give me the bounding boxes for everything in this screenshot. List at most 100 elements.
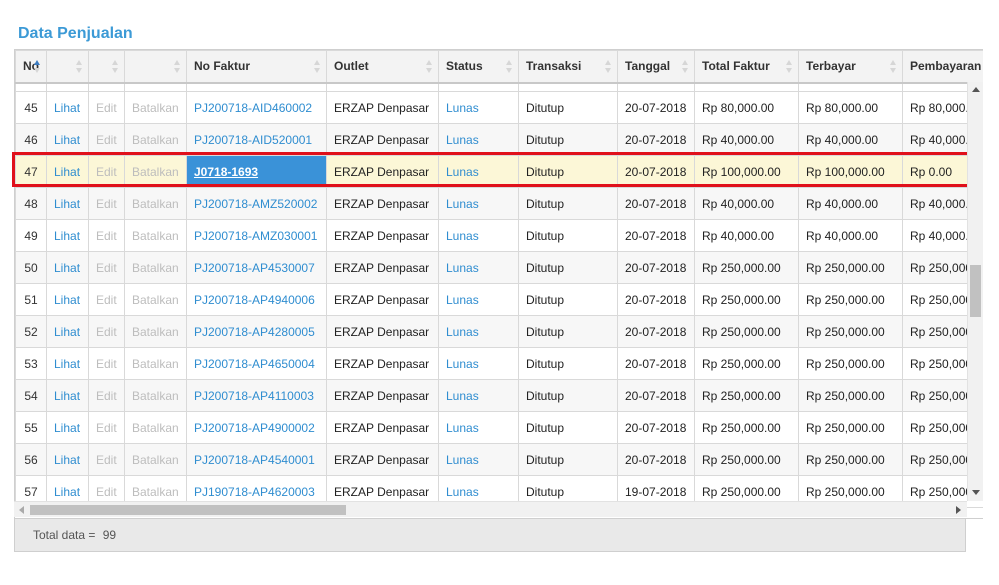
cancel-link[interactable]: Batalkan [132, 133, 179, 147]
view-link[interactable]: Lihat [54, 101, 80, 115]
invoice-number-link-cell[interactable]: PJ200718-AID460002 [186, 91, 327, 124]
status-link[interactable]: Lunas [446, 389, 479, 403]
col-header-no[interactable]: No [15, 50, 47, 84]
table-row-selected[interactable]: 47 Lihat Edit Batalkan J0718-1693 ERZAP Denpa… [15, 155, 983, 188]
cancel-link[interactable]: Batalkan [132, 197, 179, 211]
invoice-number-link[interactable]: PJ200718-AP4110003 [194, 389, 314, 403]
status-link-cell[interactable]: Lunas [438, 443, 519, 476]
status-link[interactable]: Lunas [446, 421, 479, 435]
invoice-number-link[interactable]: PJ200718-AP4540001 [194, 453, 315, 467]
status-link-cell[interactable]: Lunas [438, 347, 519, 380]
view-link[interactable]: Lihat [54, 261, 80, 275]
invoice-number-link-cell[interactable]: PJ200718-AP4900002 [186, 411, 327, 444]
status-link[interactable]: Lunas [446, 133, 479, 147]
cancel-link-cell[interactable]: Batalkan [124, 379, 187, 412]
status-link-cell[interactable]: Lunas [438, 123, 519, 156]
edit-link-cell[interactable]: Edit [88, 251, 125, 284]
edit-link-cell[interactable]: Edit [88, 443, 125, 476]
edit-link[interactable]: Edit [96, 389, 117, 403]
view-link-cell[interactable]: Lihat [46, 91, 89, 124]
cancel-link[interactable]: Batalkan [132, 421, 179, 435]
view-link-cell[interactable]: Lihat [46, 123, 89, 156]
invoice-number-link[interactable]: PJ200718-AP4900002 [194, 421, 315, 435]
table-row[interactable]: 55 Lihat Edit Batalkan PJ200718-AP4900002 ERZ… [15, 411, 983, 444]
edit-link[interactable]: Edit [96, 197, 117, 211]
cancel-link-cell[interactable]: Batalkan [124, 219, 187, 252]
view-link[interactable]: Lihat [54, 133, 80, 147]
status-link[interactable]: Lunas [446, 293, 479, 307]
status-link[interactable]: Lunas [446, 357, 479, 371]
edit-link[interactable]: Edit [96, 453, 117, 467]
invoice-number-link-cell[interactable]: PJ200718-AP4530007 [186, 251, 327, 284]
cancel-link-cell[interactable]: Batalkan [124, 315, 187, 348]
status-link-cell[interactable]: Lunas [438, 155, 519, 188]
table-row[interactable]: 54 Lihat Edit Batalkan PJ200718-AP4110003 ERZ… [15, 379, 983, 412]
edit-link[interactable]: Edit [96, 293, 117, 307]
invoice-number-link[interactable]: PJ200718-AP4650004 [194, 357, 315, 371]
invoice-number-link-cell[interactable]: PJ200718-AP4280005 [186, 315, 327, 348]
col-header-total-faktur[interactable]: Total Faktur [694, 50, 799, 84]
vertical-scroll-thumb[interactable] [970, 265, 981, 317]
horizontal-scroll-thumb[interactable] [30, 505, 346, 515]
vertical-scrollbar[interactable] [967, 82, 983, 501]
edit-link-cell[interactable]: Edit [88, 379, 125, 412]
status-link-cell[interactable]: Lunas [438, 411, 519, 444]
edit-link[interactable]: Edit [96, 261, 117, 275]
col-header-terbayar[interactable]: Terbayar [798, 50, 903, 84]
view-link-cell[interactable]: Lihat [46, 347, 89, 380]
status-link[interactable]: Lunas [446, 325, 479, 339]
view-link[interactable]: Lihat [54, 165, 80, 179]
invoice-number-link[interactable]: PJ200718-AP4530007 [194, 261, 315, 275]
col-header-outlet[interactable]: Outlet [326, 50, 439, 84]
cancel-link-cell[interactable]: Batalkan [124, 443, 187, 476]
status-link[interactable]: Lunas [446, 453, 479, 467]
edit-link[interactable]: Edit [96, 421, 117, 435]
edit-link-cell[interactable]: Edit [88, 91, 125, 124]
invoice-number-link-cell[interactable]: PJ200718-AP4110003 [186, 379, 327, 412]
status-link-cell[interactable]: Lunas [438, 315, 519, 348]
invoice-number-link[interactable]: PJ190718-AP4620003 [194, 485, 315, 499]
invoice-number-link-cell[interactable]: PJ200718-AMZ520002 [186, 187, 327, 220]
invoice-number-link[interactable]: PJ200718-AID520001 [194, 133, 312, 147]
status-link[interactable]: Lunas [446, 485, 479, 499]
edit-link[interactable]: Edit [96, 101, 117, 115]
cancel-link[interactable]: Batalkan [132, 165, 179, 179]
view-link-cell[interactable]: Lihat [46, 315, 89, 348]
view-link[interactable]: Lihat [54, 453, 80, 467]
cancel-link-cell[interactable]: Batalkan [124, 283, 187, 316]
view-link-cell[interactable]: Lihat [46, 251, 89, 284]
table-row[interactable]: 53 Lihat Edit Batalkan PJ200718-AP4650004 ERZ… [15, 347, 983, 380]
edit-link-cell[interactable]: Edit [88, 411, 125, 444]
scroll-left-icon[interactable] [19, 506, 24, 514]
status-link-cell[interactable]: Lunas [438, 219, 519, 252]
invoice-number-link-cell[interactable]: PJ200718-AID520001 [186, 123, 327, 156]
status-link-cell[interactable]: Lunas [438, 251, 519, 284]
view-link[interactable]: Lihat [54, 357, 80, 371]
view-link[interactable]: Lihat [54, 325, 80, 339]
col-header-tanggal[interactable]: Tanggal [617, 50, 695, 84]
edit-link[interactable]: Edit [96, 133, 117, 147]
view-link-cell[interactable]: Lihat [46, 283, 89, 316]
col-header-status[interactable]: Status [438, 50, 519, 84]
edit-link[interactable]: Edit [96, 229, 117, 243]
invoice-number-link[interactable]: PJ200718-AP4940006 [194, 293, 315, 307]
view-link[interactable]: Lihat [54, 421, 80, 435]
status-link[interactable]: Lunas [446, 229, 479, 243]
status-link[interactable]: Lunas [446, 101, 479, 115]
status-link[interactable]: Lunas [446, 165, 479, 179]
view-link-cell[interactable]: Lihat [46, 219, 89, 252]
invoice-number-link-cell[interactable]: J0718-1693 [186, 155, 327, 188]
view-link[interactable]: Lihat [54, 229, 80, 243]
edit-link-cell[interactable]: Edit [88, 315, 125, 348]
status-link-cell[interactable]: Lunas [438, 187, 519, 220]
table-row[interactable]: 45 Lihat Edit Batalkan PJ200718-AID460002 ERZ… [15, 91, 983, 124]
view-link[interactable]: Lihat [54, 293, 80, 307]
view-link-cell[interactable]: Lihat [46, 379, 89, 412]
cancel-link[interactable]: Batalkan [132, 325, 179, 339]
status-link-cell[interactable]: Lunas [438, 283, 519, 316]
table-row[interactable]: 46 Lihat Edit Batalkan PJ200718-AID520001 ERZ… [15, 123, 983, 156]
col-header-edit[interactable] [88, 50, 125, 84]
invoice-number-link[interactable]: PJ200718-AMZ030001 [194, 229, 317, 243]
cancel-link[interactable]: Batalkan [132, 261, 179, 275]
invoice-number-link[interactable]: PJ200718-AMZ520002 [194, 197, 317, 211]
